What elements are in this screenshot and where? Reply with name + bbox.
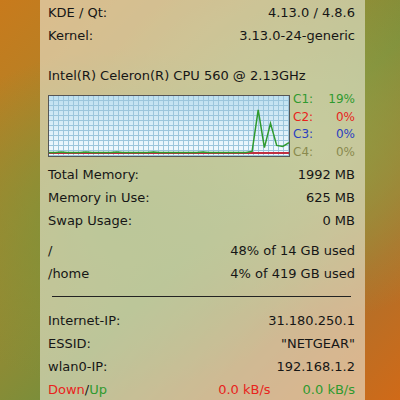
- core-reading: 0%: [336, 109, 355, 127]
- cpu-graph: [48, 95, 290, 157]
- network-row: wlan0-IP: 192.168.1.2: [48, 355, 355, 378]
- disk-section: / 48% of 14 GB used/home 4% of 419 GB used: [48, 239, 355, 285]
- cpu-legend-item: C1: 19%: [293, 91, 355, 109]
- traffic-separator: /: [85, 382, 89, 397]
- memory-row: Total Memory: 1992 MB: [48, 163, 355, 186]
- traffic-readings: 0.0 kB/s 0.0 kB/s: [218, 378, 355, 400]
- traffic-row: Down/Up 0.0 kB/s 0.0 kB/s: [48, 378, 355, 400]
- traffic-labels: Down/Up: [48, 378, 107, 400]
- network-row-label: wlan0-IP:: [48, 355, 107, 378]
- disk-row-label: /: [48, 239, 52, 262]
- cpu-legend-item: C3: 0%: [293, 126, 355, 144]
- memory-row-value: 625 MB: [306, 186, 355, 209]
- cpu-legend-item: C4: 0%: [293, 144, 355, 162]
- core-label: C3:: [293, 126, 313, 144]
- core-label: C1:: [293, 91, 313, 109]
- disk-row-value: 48% of 14 GB used: [230, 239, 355, 262]
- system-row-value: 3.13.0-24-generic: [239, 24, 355, 47]
- network-row-label: ESSID:: [48, 332, 91, 355]
- system-row-label: Kernel:: [48, 24, 93, 47]
- separator-line: [52, 296, 351, 297]
- memory-row-value: 1992 MB: [298, 163, 355, 186]
- network-row-value: 31.180.250.1: [268, 309, 355, 332]
- traffic-label: Up: [89, 382, 107, 397]
- disk-row-value: 4% of 419 GB used: [230, 262, 355, 285]
- system-row: KDE / Qt: 4.13.0 / 4.8.6: [48, 1, 355, 24]
- disk-row: / 48% of 14 GB used: [48, 239, 355, 262]
- core-label: C2:: [293, 109, 313, 127]
- memory-row: Memory in Use: 625 MB: [48, 186, 355, 209]
- core-reading: 0%: [336, 144, 355, 162]
- cpu-legend: C1: 19% C2: 0% C3: 0% C4: 0%: [293, 91, 355, 161]
- cpu-legend-item: C2: 0%: [293, 109, 355, 127]
- system-row-value: 4.13.0 / 4.8.6: [268, 1, 355, 24]
- memory-row-label: Total Memory:: [48, 163, 139, 186]
- monitor-panel: KDE / Qt: 4.13.0 / 4.8.6 Kernel: 3.13.0-24-…: [40, 0, 365, 400]
- network-row: Internet-IP: 31.180.250.1: [48, 309, 355, 332]
- traffic-label: Down: [48, 382, 85, 397]
- memory-row-label: Swap Usage:: [48, 209, 132, 232]
- system-row-label: KDE / Qt:: [48, 1, 107, 24]
- core-reading: 19%: [328, 91, 355, 109]
- network-section: Internet-IP:31.180.250.1ESSID:"NETGEAR"w…: [48, 309, 355, 400]
- core-reading: 0%: [336, 126, 355, 144]
- memory-section: Total Memory: 1992 MB Memory in Use: 625 MB…: [48, 163, 355, 232]
- memory-row: Swap Usage: 0 MB: [48, 209, 355, 232]
- core-label: C4:: [293, 144, 313, 162]
- network-row-value: "NETGEAR": [281, 332, 355, 355]
- disk-row: /home 4% of 419 GB used: [48, 262, 355, 285]
- network-row-label: Internet-IP:: [48, 309, 120, 332]
- cpu-series-line: [49, 110, 289, 153]
- memory-row-label: Memory in Use:: [48, 186, 150, 209]
- traffic-reading: 0.0 kB/s: [218, 378, 270, 400]
- cpu-chart: C1: 19% C2: 0% C3: 0% C4: 0%: [48, 91, 355, 161]
- network-row-value: 192.168.1.2: [276, 355, 355, 378]
- cpu-name: Intel(R) Celeron(R) CPU 560 @ 2.13GHz: [48, 64, 355, 87]
- network-row: ESSID: "NETGEAR": [48, 332, 355, 355]
- traffic-reading: 0.0 kB/s: [303, 378, 355, 400]
- memory-row-value: 0 MB: [322, 209, 355, 232]
- disk-row-label: /home: [48, 262, 89, 285]
- system-row: Kernel: 3.13.0-24-generic: [48, 24, 355, 47]
